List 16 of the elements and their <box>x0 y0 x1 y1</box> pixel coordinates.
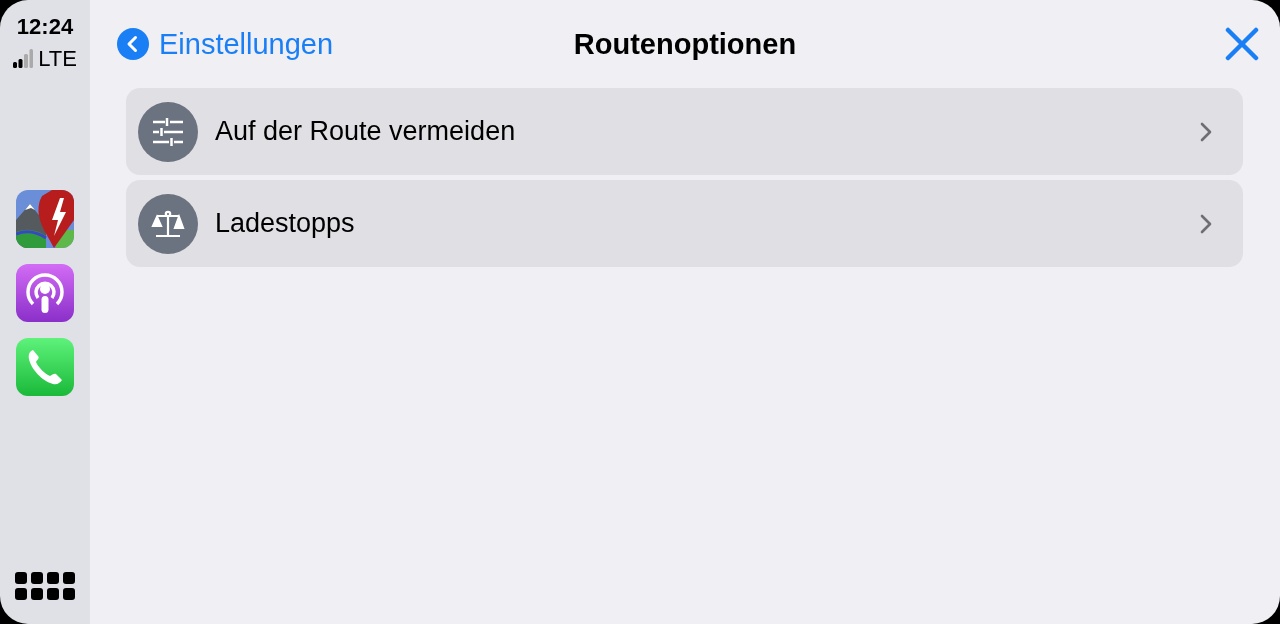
status-time: 12:24 <box>16 14 74 40</box>
phone-app-icon[interactable] <box>16 338 74 396</box>
sliders-icon <box>138 101 198 162</box>
back-icon <box>117 28 149 60</box>
chevron-icon <box>1199 120 1213 143</box>
network-label: LTE <box>38 46 77 72</box>
app-grid-icon[interactable] <box>15 572 75 602</box>
close-icon[interactable] <box>1225 27 1259 61</box>
podcast-app-icon[interactable] <box>16 264 74 322</box>
map-app-icon[interactable] <box>16 190 74 248</box>
signal-icon <box>13 49 34 69</box>
screen-title: Routenoptionen <box>573 27 797 61</box>
scale-icon <box>138 193 198 254</box>
menu-row[interactable]: Ladestopps <box>126 180 1243 267</box>
chevron-icon <box>1199 212 1213 235</box>
menu-row[interactable]: Auf der Route vermeiden <box>126 88 1243 175</box>
